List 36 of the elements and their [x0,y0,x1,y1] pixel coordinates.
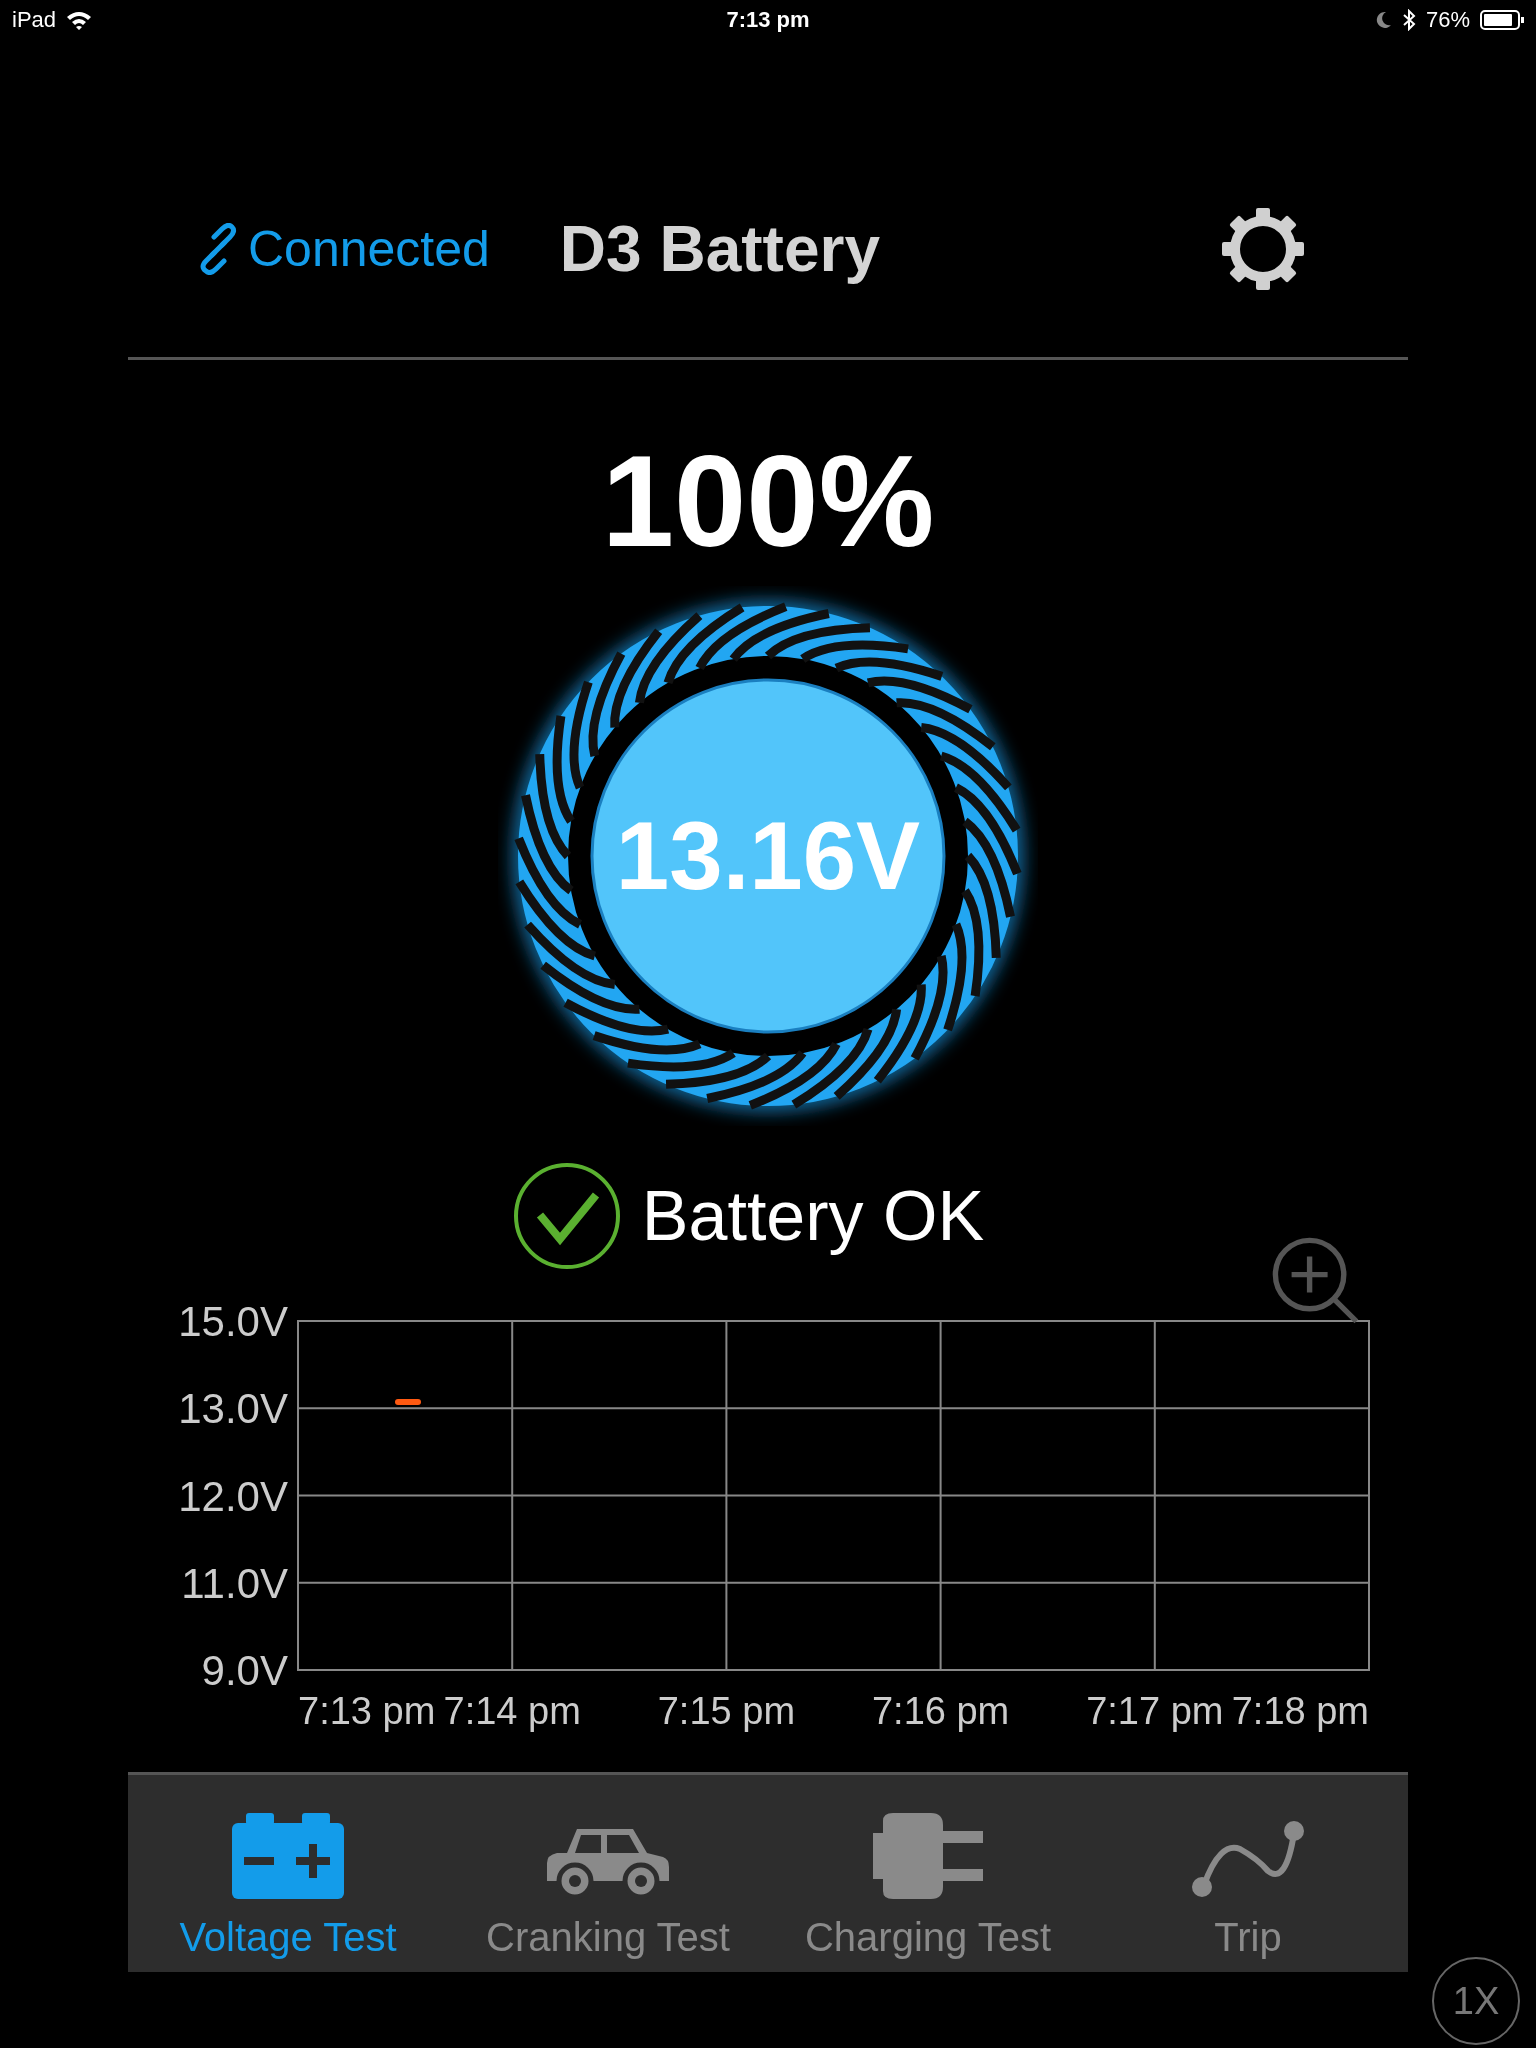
voltage-line [395,1399,421,1405]
y-axis-label: 11.0V [181,1559,288,1607]
plug-icon [873,1813,983,1899]
battery-icon [232,1813,344,1899]
route-icon [1190,1819,1306,1899]
tab-bar-item[interactable]: Voltage Test [128,1775,448,1972]
tab-bar-item[interactable]: Charging Test [768,1775,1088,1972]
moon-icon [1375,11,1392,29]
zoom-in-icon [1270,1235,1360,1325]
y-axis-label: 12.0V [178,1472,288,1520]
x-axis-label: 7:18 pm [1231,1690,1369,1732]
y-axis-label: 9.0V [201,1647,288,1694]
wifi-icon [66,10,93,30]
tab-bar-item[interactable]: Trip [1088,1775,1408,1972]
x-axis-label: 7:15 pm [657,1690,796,1732]
battery-status: Battery OK [641,1176,985,1256]
x-axis-label: 7:17 pm [1086,1690,1224,1732]
zoom-in-button[interactable] [1270,1235,1360,1325]
x-axis-label: 7:14 pm [443,1690,581,1732]
battery-percentage: 76% [1425,7,1470,33]
settings-button[interactable] [1222,207,1304,290]
x-axis-label: 7:16 pm [871,1690,1010,1732]
device-name: iPad [12,7,57,33]
tab-bar-item[interactable]: Cranking Test [448,1775,768,1972]
clock-time: 7:13 pm [726,7,810,33]
battery-icon [1480,10,1524,30]
x-axis-label: 7:13 pm [298,1690,436,1732]
settings-icon [1222,207,1304,290]
speed-badge: 1X [1432,1957,1520,2045]
connection-status-link[interactable]: Connected [192,219,490,278]
y-axis-label: 13.0V [178,1385,288,1433]
charge-percentage: 100% [601,436,935,566]
voltage-reading: 13.16V [615,801,921,911]
y-axis-label: 15.0V [178,1298,288,1345]
app-title: D3 Battery [559,211,880,286]
bluetooth-icon [1401,9,1416,31]
